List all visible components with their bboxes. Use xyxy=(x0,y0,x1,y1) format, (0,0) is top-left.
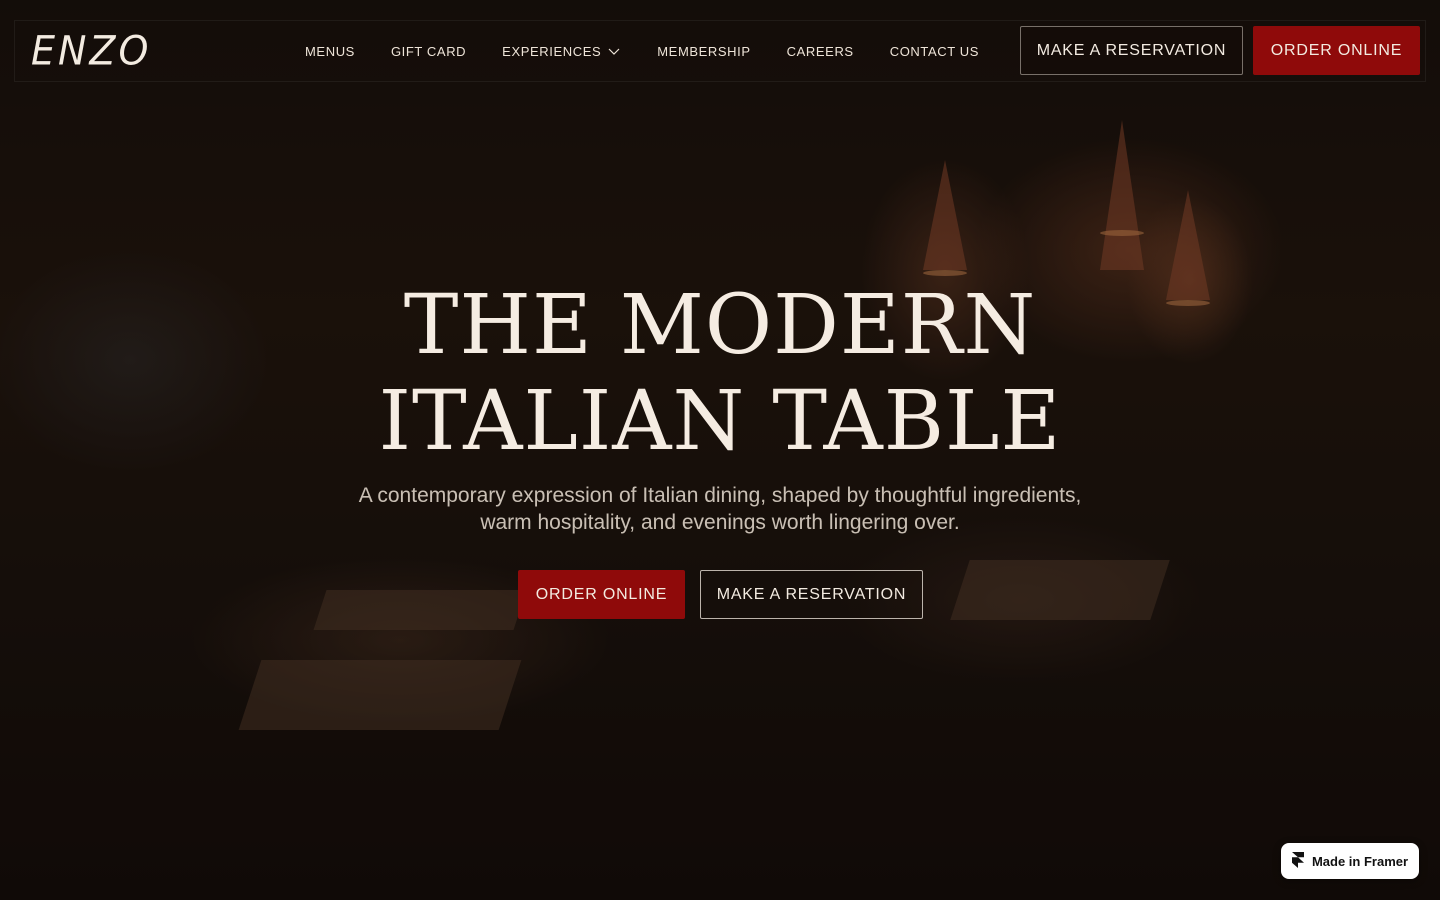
header-order-online-button[interactable]: ORDER ONLINE xyxy=(1253,26,1420,75)
hero-subtitle: A contemporary expression of Italian din… xyxy=(0,482,1440,536)
hero-subtitle-line: warm hospitality, and evenings worth lin… xyxy=(480,511,960,534)
hero-title-line: THE MODERN xyxy=(403,278,1037,373)
site-header: ENZO MENUS GIFT CARD EXPERIENCES MEMBERS… xyxy=(14,20,1426,82)
main-nav: MENUS GIFT CARD EXPERIENCES MEMBERSHIP C… xyxy=(305,21,1015,81)
hero-order-online-button[interactable]: ORDER ONLINE xyxy=(518,570,685,619)
hero-title-line: ITALIAN TABLE xyxy=(378,374,1062,469)
framer-logo-icon xyxy=(1291,851,1304,871)
nav-item-menus[interactable]: MENUS xyxy=(305,44,355,59)
hero-subtitle-line: A contemporary expression of Italian din… xyxy=(358,484,1082,507)
hero-reservation-button[interactable]: MAKE A RESERVATION xyxy=(700,570,923,619)
nav-item-label: CAREERS xyxy=(786,43,854,59)
chevron-down-icon xyxy=(607,44,621,58)
nav-item-gift-card[interactable]: GIFT CARD xyxy=(391,44,466,59)
hero-title: THE MODERN ITALIAN TABLE xyxy=(0,278,1440,470)
header-reservation-button[interactable]: MAKE A RESERVATION xyxy=(1020,26,1243,75)
badge-label: Made in Framer xyxy=(1311,853,1409,869)
nav-item-careers[interactable]: CAREERS xyxy=(787,44,854,59)
nav-item-label: CONTACT US xyxy=(889,43,980,59)
nav-item-label: MENUS xyxy=(305,43,355,59)
nav-item-label: MEMBERSHIP xyxy=(657,43,751,59)
brand-logo[interactable]: ENZO xyxy=(31,28,151,74)
nav-item-contact-us[interactable]: CONTACT US xyxy=(890,44,979,59)
nav-item-membership[interactable]: MEMBERSHIP xyxy=(657,44,750,59)
nav-item-label: GIFT CARD xyxy=(390,43,467,59)
made-in-framer-badge[interactable]: Made in Framer xyxy=(1281,843,1419,879)
nav-item-experiences[interactable]: EXPERIENCES xyxy=(502,44,621,59)
nav-item-label: EXPERIENCES xyxy=(502,43,602,59)
